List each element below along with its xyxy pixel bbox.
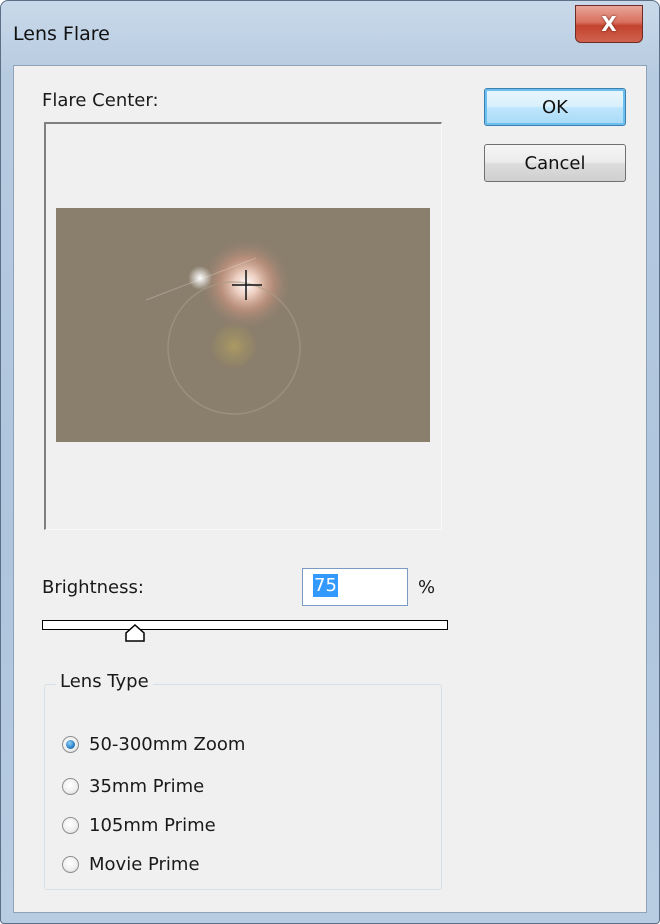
brightness-slider[interactable] — [42, 620, 448, 630]
close-button[interactable]: X — [575, 5, 643, 43]
close-icon: X — [601, 12, 617, 36]
brightness-value: 75 — [313, 574, 338, 597]
brightness-label: Brightness: — [42, 577, 144, 598]
lens-option-label: 35mm Prime — [89, 775, 205, 797]
radio-button-icon[interactable] — [62, 735, 79, 753]
lens-option-50-300mm-zoom[interactable]: 50-300mm Zoom — [62, 731, 245, 757]
radio-button-icon[interactable] — [62, 855, 79, 873]
lens-option-movie-prime[interactable]: Movie Prime — [62, 851, 200, 877]
radio-button-icon[interactable] — [62, 777, 79, 795]
slider-thumb-icon[interactable] — [124, 624, 146, 642]
title-bar[interactable]: Lens Flare X — [1, 1, 659, 65]
flare-ghost-disc — [208, 320, 260, 372]
lens-option-35mm-prime[interactable]: 35mm Prime — [62, 773, 204, 799]
lens-type-legend: Lens Type — [56, 671, 153, 692]
radio-button-icon[interactable] — [62, 816, 79, 834]
lens-option-label: 50-300mm Zoom — [89, 733, 246, 755]
ok-button[interactable]: OK — [484, 88, 626, 126]
cancel-button[interactable]: Cancel — [484, 144, 626, 182]
brightness-input[interactable]: 75 — [302, 568, 408, 606]
flare-center-label: Flare Center: — [42, 90, 159, 111]
lens-option-label: Movie Prime — [89, 853, 200, 875]
flare-preview-image[interactable] — [56, 208, 430, 442]
flare-preview-svg — [56, 208, 430, 442]
brightness-unit: % — [418, 577, 436, 598]
lens-option-105mm-prime[interactable]: 105mm Prime — [62, 812, 216, 838]
flare-spark — [188, 266, 212, 290]
window-title: Lens Flare — [13, 23, 110, 45]
lens-option-label: 105mm Prime — [89, 814, 216, 836]
